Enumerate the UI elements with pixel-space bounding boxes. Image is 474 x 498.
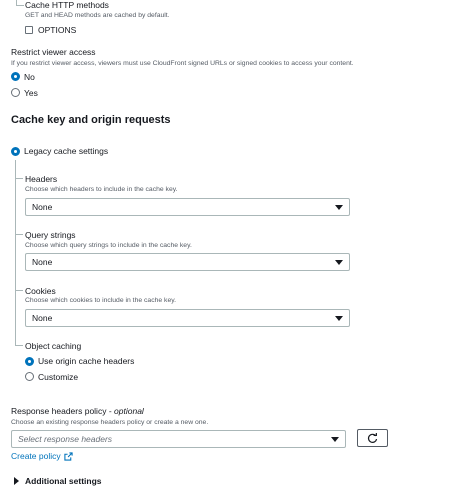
headers-select-value: None — [32, 202, 53, 212]
tree-line — [15, 345, 23, 346]
create-policy-link-label: Create policy — [11, 451, 61, 461]
additional-settings-label: Additional settings — [25, 476, 102, 486]
use-origin-cache-headers-label: Use origin cache headers — [38, 356, 135, 366]
customize-radio[interactable] — [25, 372, 34, 381]
caret-down-icon — [335, 259, 343, 265]
restrict-viewer-access-label: Restrict viewer access — [11, 47, 96, 57]
cache-http-methods-description: GET and HEAD methods are cached by defau… — [25, 12, 170, 19]
caret-down-icon — [335, 315, 343, 321]
additional-settings-toggle[interactable]: Additional settings — [14, 476, 102, 486]
response-headers-select[interactable]: Select response headers — [11, 430, 346, 448]
response-headers-policy-title: Response headers policy — [11, 406, 107, 416]
caret-right-icon — [14, 477, 19, 485]
response-headers-placeholder: Select response headers — [18, 434, 113, 444]
caret-down-icon — [335, 204, 343, 210]
tree-line — [15, 290, 23, 291]
legacy-cache-settings-label: Legacy cache settings — [24, 146, 109, 156]
response-headers-policy-label: Response headers policy - optional — [11, 406, 144, 416]
tree-line — [15, 160, 16, 345]
object-caching-label: Object caching — [25, 341, 82, 351]
restrict-viewer-access-description: If you restrict viewer access, viewers m… — [11, 60, 354, 67]
optional-tag: optional — [114, 406, 144, 416]
cookies-description: Choose which cookies to include in the c… — [25, 297, 177, 304]
headers-label: Headers — [25, 174, 58, 184]
cookies-label: Cookies — [25, 286, 56, 296]
cookies-select-value: None — [32, 313, 53, 323]
response-headers-policy-description: Choose an existing response headers poli… — [11, 419, 209, 426]
headers-description: Choose which headers to include in the c… — [25, 186, 178, 193]
query-strings-label: Query strings — [25, 230, 76, 240]
create-policy-link[interactable]: Create policy — [11, 451, 73, 461]
tree-line — [15, 178, 23, 179]
caret-down-icon — [331, 436, 339, 442]
restrict-no-label: No — [24, 72, 35, 82]
customize-label: Customize — [38, 372, 79, 382]
restrict-no-radio[interactable] — [11, 72, 20, 81]
restrict-yes-label: Yes — [24, 88, 38, 98]
tree-line — [16, 5, 24, 6]
cache-http-methods-label: Cache HTTP methods — [25, 0, 109, 10]
query-strings-select-value: None — [32, 257, 53, 267]
legacy-cache-settings-radio[interactable] — [11, 147, 20, 156]
query-strings-description: Choose which query strings to include in… — [25, 242, 192, 249]
refresh-icon — [367, 432, 378, 443]
query-strings-select[interactable]: None — [25, 253, 350, 271]
external-link-icon — [63, 451, 73, 461]
headers-select[interactable]: None — [25, 198, 350, 216]
use-origin-cache-headers-radio[interactable] — [25, 357, 34, 366]
tree-line — [15, 234, 23, 235]
cache-key-heading: Cache key and origin requests — [11, 114, 171, 126]
options-checkbox[interactable] — [25, 26, 33, 34]
options-checkbox-label: OPTIONS — [38, 25, 77, 35]
refresh-button[interactable] — [357, 429, 388, 447]
cookies-select[interactable]: None — [25, 309, 350, 327]
restrict-yes-radio[interactable] — [11, 88, 20, 97]
